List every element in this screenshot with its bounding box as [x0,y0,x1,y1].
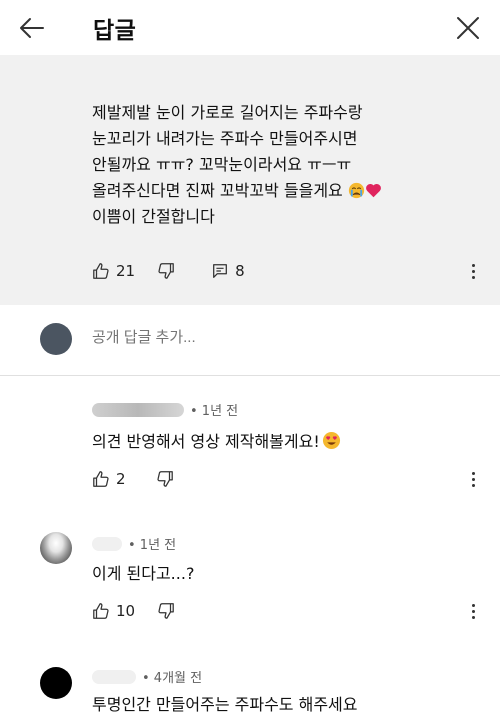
author-name[interactable] [92,402,184,417]
like-count: 21 [116,262,136,280]
thumbs-up-icon [93,471,109,487]
avatar [40,323,72,355]
add-reply-row [0,305,500,375]
comment-line: 이쁨이 간절합니다 [92,207,215,226]
add-reply-input[interactable] [92,329,291,346]
red-heart-emoji [365,183,381,198]
reply-meta: • 1년 전 [92,400,238,419]
comment-line: 안될까요 ㅠㅠ? 꼬막눈이라서요 ㅠㅡㅠ [92,155,352,174]
comment-line-with-emoji: 올려주신다면 진짜 꼬박꼬박 들을게요 [92,178,482,204]
like-count: 10 [116,602,136,620]
thumbs-down-icon [158,263,174,279]
reply-item: • 4개월 전 투명인간 만들어주는 주파수도 해주세요 [0,645,500,725]
dislike-button[interactable] [157,262,175,280]
reply-actions: 10 [92,602,175,620]
thumbs-down-icon [156,471,173,487]
reply-time: • 4개월 전 [142,671,203,686]
reply-meta: • 1년 전 [92,534,176,553]
avatar[interactable] [40,532,72,564]
like-button[interactable]: 21 [92,262,135,280]
close-icon[interactable] [452,12,484,44]
reply-text: 투명인간 만들어주는 주파수도 해주세요 [92,695,358,714]
header-bar: 답글 [0,0,500,55]
comment-icon [213,264,228,278]
reply-item: • 1년 전 이게 된다고...? 10 [0,510,500,645]
reply-item: • 1년 전 의견 반영해서 영상 제작해볼게요! 2 [0,376,500,510]
comment-line: 눈꼬리가 내려가는 주파수 만들어주시면 [92,129,358,148]
thumbs-up-icon [93,263,109,279]
thumbs-down-icon [158,603,174,619]
reply-meta: • 4개월 전 [92,667,202,686]
dislike-button[interactable] [156,470,174,488]
author-name[interactable] [92,669,136,684]
comment-line: 올려주신다면 진짜 꼬박꼬박 들을게요 [92,181,343,200]
like-button[interactable]: 10 [92,602,135,620]
more-vert-icon[interactable] [465,600,481,622]
page-title: 답글 [93,18,137,44]
reply-actions: 2 [92,470,174,488]
dislike-button[interactable] [157,602,175,620]
parent-actions: 21 8 [92,262,245,280]
reply-text-content: 의견 반영해서 영상 제작해볼게요! [92,432,320,451]
parent-comment: 제발제발 눈이 가로로 길어지는 주파수랑 눈꼬리가 내려가는 주파수 만들어주… [0,55,500,305]
comment-line: 제발제발 눈이 가로로 길어지는 주파수랑 [92,103,363,122]
like-count: 2 [116,470,126,488]
reply-text: 의견 반영해서 영상 제작해볼게요! [92,428,341,452]
avatar[interactable] [40,667,72,699]
reply-count: 8 [235,262,245,280]
author-name[interactable] [92,536,122,551]
arrow-left-icon[interactable] [16,12,48,44]
parent-comment-text: 제발제발 눈이 가로로 길어지는 주파수랑 눈꼬리가 내려가는 주파수 만들어주… [92,100,482,230]
reply-text: 이게 된다고...? [92,564,195,583]
more-vert-icon[interactable] [465,468,481,490]
more-vert-icon[interactable] [465,260,481,282]
thumbs-up-icon [93,603,109,619]
reply-time: • 1년 전 [128,538,177,553]
replies-button[interactable]: 8 [211,262,245,280]
reply-time: • 1년 전 [190,404,239,419]
heart-eyes-emoji [322,431,340,450]
crying-face-emoji [348,182,365,199]
like-button[interactable]: 2 [92,470,126,488]
